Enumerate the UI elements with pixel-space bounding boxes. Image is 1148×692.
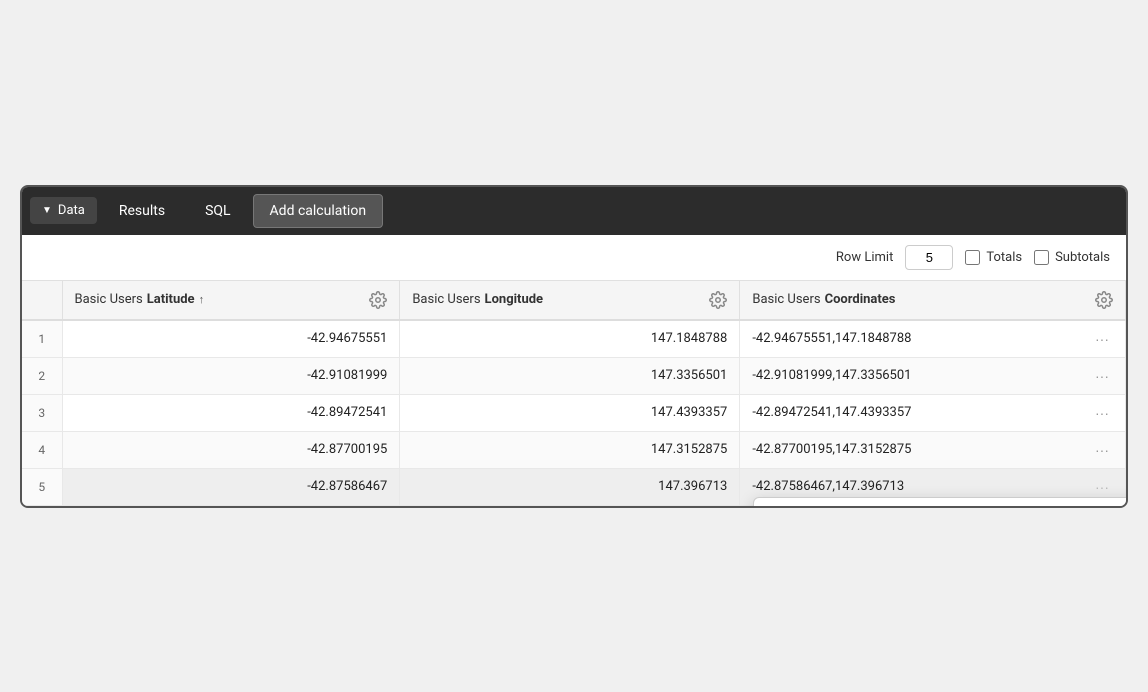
cell-coordinates: -42.87700195,147.3152875 ··· (740, 431, 1126, 468)
totals-label: Totals (986, 250, 1022, 265)
cell-coordinates: -42.87586467,147.396713 ··· Explore Filt… (740, 468, 1126, 505)
tab-add-calculation[interactable]: Add calculation (253, 194, 384, 228)
cell-index: 4 (22, 431, 62, 468)
subtotals-group: Subtotals (1034, 250, 1110, 265)
data-table-container: Basic Users Latitude ↑ Basic Users Longi… (22, 281, 1126, 506)
cell-latitude: -42.94675551 (62, 320, 400, 358)
cell-latitude: -42.89472541 (62, 394, 400, 431)
col-longitude-gear-icon[interactable] (709, 291, 727, 309)
tab-data-label: Data (58, 203, 85, 218)
row3-context-menu-btn[interactable]: ··· (1091, 403, 1113, 423)
cell-coordinates: -42.91081999,147.3356501 ··· (740, 357, 1126, 394)
cell-longitude: 147.1848788 (400, 320, 740, 358)
cell-coordinates: -42.94675551,147.1848788 ··· (740, 320, 1126, 358)
col-latitude-bold: Latitude (147, 292, 195, 307)
totals-group: Totals (965, 250, 1022, 265)
subtotals-label: Subtotals (1055, 250, 1110, 265)
table-row: 4 -42.87700195 147.3152875 -42.87700195,… (22, 431, 1126, 468)
table-header-row: Basic Users Latitude ↑ Basic Users Longi… (22, 281, 1126, 320)
row-limit-input[interactable] (905, 245, 953, 270)
cell-longitude: 147.396713 (400, 468, 740, 505)
data-table: Basic Users Latitude ↑ Basic Users Longi… (22, 281, 1126, 506)
cell-index: 2 (22, 357, 62, 394)
col-coordinates-prefix: Basic Users (752, 292, 820, 307)
context-menu: Explore Filter on "-42.87586467,147.3967… (753, 497, 1126, 506)
row2-context-menu-btn[interactable]: ··· (1091, 366, 1113, 386)
sort-arrow-icon: ↑ (199, 293, 205, 306)
tab-bar: ▼ Data Results SQL Add calculation (22, 187, 1126, 235)
row5-context-menu-btn[interactable]: ··· (1091, 477, 1113, 497)
table-row-active: 5 -42.87586467 147.396713 -42.87586467,1… (22, 468, 1126, 505)
cell-latitude: -42.91081999 (62, 357, 400, 394)
cell-index: 5 (22, 468, 62, 505)
col-latitude-prefix: Basic Users (75, 292, 143, 307)
row-limit-label: Row Limit (836, 250, 893, 265)
cell-longitude: 147.3152875 (400, 431, 740, 468)
totals-checkbox[interactable] (965, 250, 980, 265)
context-menu-wrapper: ··· Explore Filter on "-42.87586467,147.… (1091, 477, 1113, 497)
col-header-index (22, 281, 62, 320)
cell-latitude: -42.87586467 (62, 468, 400, 505)
tab-data-dropdown[interactable]: ▼ Data (30, 197, 97, 224)
col-header-longitude: Basic Users Longitude (400, 281, 740, 320)
subtotals-checkbox[interactable] (1034, 250, 1049, 265)
table-row: 3 -42.89472541 147.4393357 -42.89472541,… (22, 394, 1126, 431)
app-window: ▼ Data Results SQL Add calculation Row L… (20, 185, 1128, 508)
col-header-latitude: Basic Users Latitude ↑ (62, 281, 400, 320)
col-coordinates-gear-icon[interactable] (1095, 291, 1113, 309)
tab-results[interactable]: Results (101, 195, 183, 227)
cell-index: 1 (22, 320, 62, 358)
cell-index: 3 (22, 394, 62, 431)
col-longitude-bold: Longitude (485, 292, 544, 307)
col-longitude-prefix: Basic Users (412, 292, 480, 307)
row1-context-menu-btn[interactable]: ··· (1091, 329, 1113, 349)
tab-sql[interactable]: SQL (187, 195, 248, 227)
cell-longitude: 147.4393357 (400, 394, 740, 431)
cell-longitude: 147.3356501 (400, 357, 740, 394)
dropdown-arrow-icon: ▼ (42, 205, 52, 216)
cell-latitude: -42.87700195 (62, 431, 400, 468)
col-coordinates-bold: Coordinates (825, 292, 896, 307)
cell-coordinates: -42.89472541,147.4393357 ··· (740, 394, 1126, 431)
toolbar: Row Limit Totals Subtotals (22, 235, 1126, 281)
col-latitude-gear-icon[interactable] (369, 291, 387, 309)
row4-context-menu-btn[interactable]: ··· (1091, 440, 1113, 460)
table-row: 1 -42.94675551 147.1848788 -42.94675551,… (22, 320, 1126, 358)
table-row: 2 -42.91081999 147.3356501 -42.91081999,… (22, 357, 1126, 394)
col-header-coordinates: Basic Users Coordinates (740, 281, 1126, 320)
